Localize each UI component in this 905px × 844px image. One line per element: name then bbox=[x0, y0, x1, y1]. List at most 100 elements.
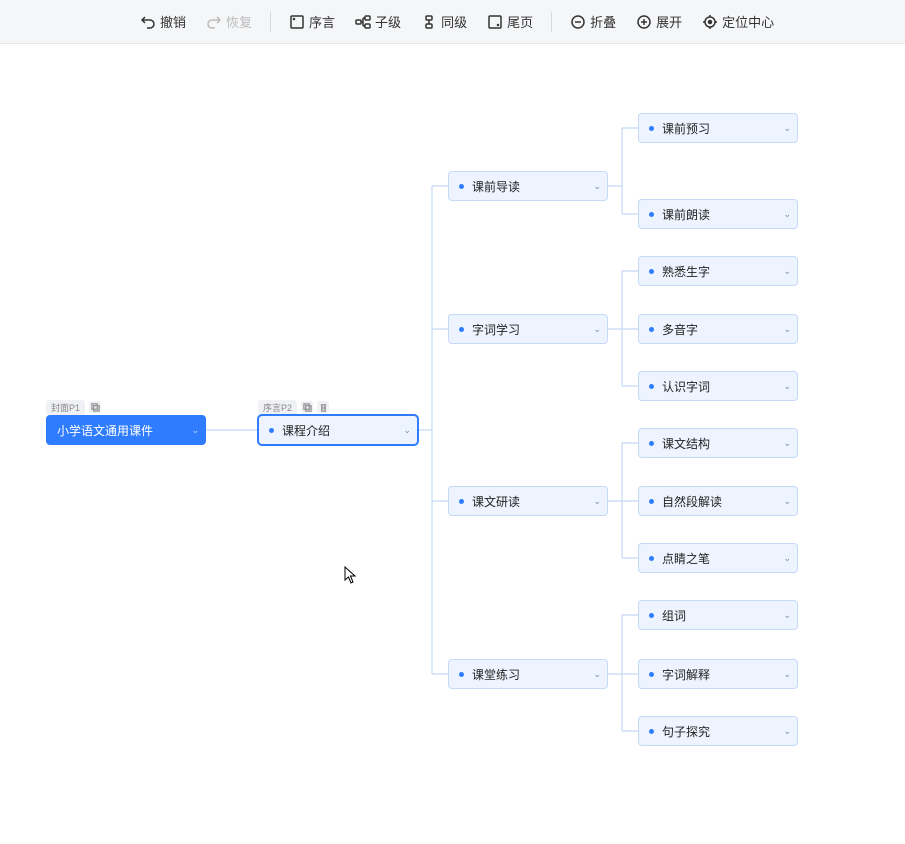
node-n3[interactable]: 课文研读 ⌄ bbox=[448, 486, 608, 516]
node-l7[interactable]: 自然段解读 ⌄ bbox=[638, 486, 798, 516]
end-button[interactable]: 尾页 bbox=[479, 8, 541, 35]
node-label: 字词解释 bbox=[662, 666, 710, 683]
chevron-down-icon[interactable]: ⌄ bbox=[783, 324, 791, 335]
child-label: 子级 bbox=[375, 12, 401, 31]
node-label: 自然段解读 bbox=[662, 493, 722, 510]
center-label: 定位中心 bbox=[722, 12, 774, 31]
bullet bbox=[649, 384, 654, 389]
chevron-down-icon[interactable]: ⌄ bbox=[593, 181, 601, 192]
bullet bbox=[459, 672, 464, 677]
bullet bbox=[649, 269, 654, 274]
chevron-down-icon[interactable]: ⌄ bbox=[783, 553, 791, 564]
redo-icon bbox=[206, 14, 222, 30]
node-label: 组词 bbox=[662, 607, 686, 624]
undo-label: 撤销 bbox=[160, 12, 186, 31]
chevron-down-icon[interactable]: ⌄ bbox=[191, 425, 199, 436]
chevron-down-icon[interactable]: ⌄ bbox=[783, 726, 791, 737]
chevron-down-icon[interactable]: ⌄ bbox=[593, 669, 601, 680]
node-label: 小学语文通用课件 bbox=[57, 422, 153, 439]
node-meta-intro: 序言P2 bbox=[258, 398, 329, 416]
chevron-down-icon[interactable]: ⌄ bbox=[783, 610, 791, 621]
mindmap-canvas[interactable]: 封面P1 小学语文通用课件⌄ 序言P2 课程介绍⌄ 目录P3章节P4 课前导读⌄… bbox=[0, 44, 905, 844]
chevron-down-icon[interactable]: ⌄ bbox=[783, 381, 791, 392]
node-label: 课文研读 bbox=[472, 493, 520, 510]
chevron-down-icon[interactable]: ⌄ bbox=[783, 496, 791, 507]
node-l1[interactable]: 课前预习⌄ bbox=[638, 113, 798, 143]
node-label: 课文结构 bbox=[662, 435, 710, 452]
chevron-down-icon[interactable]: ⌄ bbox=[593, 324, 601, 335]
node-l5[interactable]: 认识字词 ⌄ bbox=[638, 371, 798, 401]
node-l2[interactable]: 课前朗读 ⌄ bbox=[638, 199, 798, 229]
chevron-down-icon[interactable]: ⌄ bbox=[783, 209, 791, 220]
preface-icon bbox=[289, 14, 305, 30]
sibling-button[interactable]: 同级 bbox=[413, 8, 475, 35]
bullet bbox=[649, 672, 654, 677]
expand-button[interactable]: 展开 bbox=[628, 8, 690, 35]
cursor-icon bbox=[344, 566, 358, 589]
node-l4[interactable]: 多音字 ⌄ bbox=[638, 314, 798, 344]
collapse-label: 折叠 bbox=[590, 12, 616, 31]
bullet bbox=[459, 327, 464, 332]
node-label: 课前朗读 bbox=[662, 206, 710, 223]
node-meta-root: 封面P1 bbox=[46, 398, 101, 416]
collapse-button[interactable]: 折叠 bbox=[562, 8, 624, 35]
chevron-down-icon[interactable]: ⌄ bbox=[593, 496, 601, 507]
node-l8[interactable]: 点睛之笔 ⌄ bbox=[638, 543, 798, 573]
undo-icon bbox=[140, 14, 156, 30]
node-n1[interactable]: 课前导读 ⌄ bbox=[448, 171, 608, 201]
chevron-down-icon[interactable]: ⌄ bbox=[783, 266, 791, 277]
expand-label: 展开 bbox=[656, 12, 682, 31]
bullet bbox=[649, 499, 654, 504]
node-label: 句子探究 bbox=[662, 723, 710, 740]
divider bbox=[551, 12, 552, 32]
sibling-label: 同级 bbox=[441, 12, 467, 31]
node-label: 熟悉生字 bbox=[662, 263, 710, 280]
center-button[interactable]: 定位中心 bbox=[694, 8, 782, 35]
node-intro[interactable]: 课程介绍⌄ bbox=[258, 415, 418, 445]
toolbar: 撤销 恢复 序言 子级 同级 尾页 折叠 展开 定位中心 bbox=[0, 0, 905, 44]
bullet bbox=[269, 428, 274, 433]
node-l3[interactable]: 熟悉生字 ⌄ bbox=[638, 256, 798, 286]
node-n2[interactable]: 字词学习⌄ bbox=[448, 314, 608, 344]
center-icon bbox=[702, 14, 718, 30]
chevron-down-icon[interactable]: ⌄ bbox=[783, 123, 791, 134]
node-label: 多音字 bbox=[662, 321, 698, 338]
bullet bbox=[649, 613, 654, 618]
node-label: 课前导读 bbox=[472, 178, 520, 195]
bullet bbox=[459, 184, 464, 189]
bullet bbox=[649, 729, 654, 734]
bullet bbox=[649, 212, 654, 217]
preface-button[interactable]: 序言 bbox=[281, 8, 343, 35]
child-icon bbox=[355, 14, 371, 30]
node-label: 点睛之笔 bbox=[662, 550, 710, 567]
collapse-icon bbox=[570, 14, 586, 30]
meta-tag: 序言P2 bbox=[258, 400, 297, 415]
delete-icon[interactable] bbox=[317, 401, 329, 413]
redo-label: 恢复 bbox=[226, 12, 252, 31]
bullet bbox=[649, 327, 654, 332]
chevron-down-icon[interactable]: ⌄ bbox=[783, 438, 791, 449]
end-label: 尾页 bbox=[507, 12, 533, 31]
divider bbox=[270, 12, 271, 32]
meta-tag: 封面P1 bbox=[46, 400, 85, 415]
copy-icon[interactable] bbox=[301, 401, 313, 413]
expand-icon bbox=[636, 14, 652, 30]
child-button[interactable]: 子级 bbox=[347, 8, 409, 35]
chevron-down-icon[interactable]: ⌄ bbox=[403, 425, 411, 436]
node-n4[interactable]: 课堂练习 ⌄ bbox=[448, 659, 608, 689]
node-l6[interactable]: 课文结构 ⌄ bbox=[638, 428, 798, 458]
undo-button[interactable]: 撤销 bbox=[132, 8, 194, 35]
node-l9[interactable]: 组词 ⌄ bbox=[638, 600, 798, 630]
node-l11[interactable]: 句子探究 ⌄ bbox=[638, 716, 798, 746]
copy-icon[interactable] bbox=[89, 401, 101, 413]
node-label: 认识字词 bbox=[662, 378, 710, 395]
redo-button[interactable]: 恢复 bbox=[198, 8, 260, 35]
node-root[interactable]: 小学语文通用课件 ⌄ bbox=[46, 415, 206, 445]
node-label: 课堂练习 bbox=[472, 666, 520, 683]
chevron-down-icon[interactable]: ⌄ bbox=[783, 669, 791, 680]
bullet bbox=[649, 126, 654, 131]
bullet bbox=[649, 556, 654, 561]
node-l10[interactable]: 字词解释 ⌄ bbox=[638, 659, 798, 689]
end-icon bbox=[487, 14, 503, 30]
sibling-icon bbox=[421, 14, 437, 30]
